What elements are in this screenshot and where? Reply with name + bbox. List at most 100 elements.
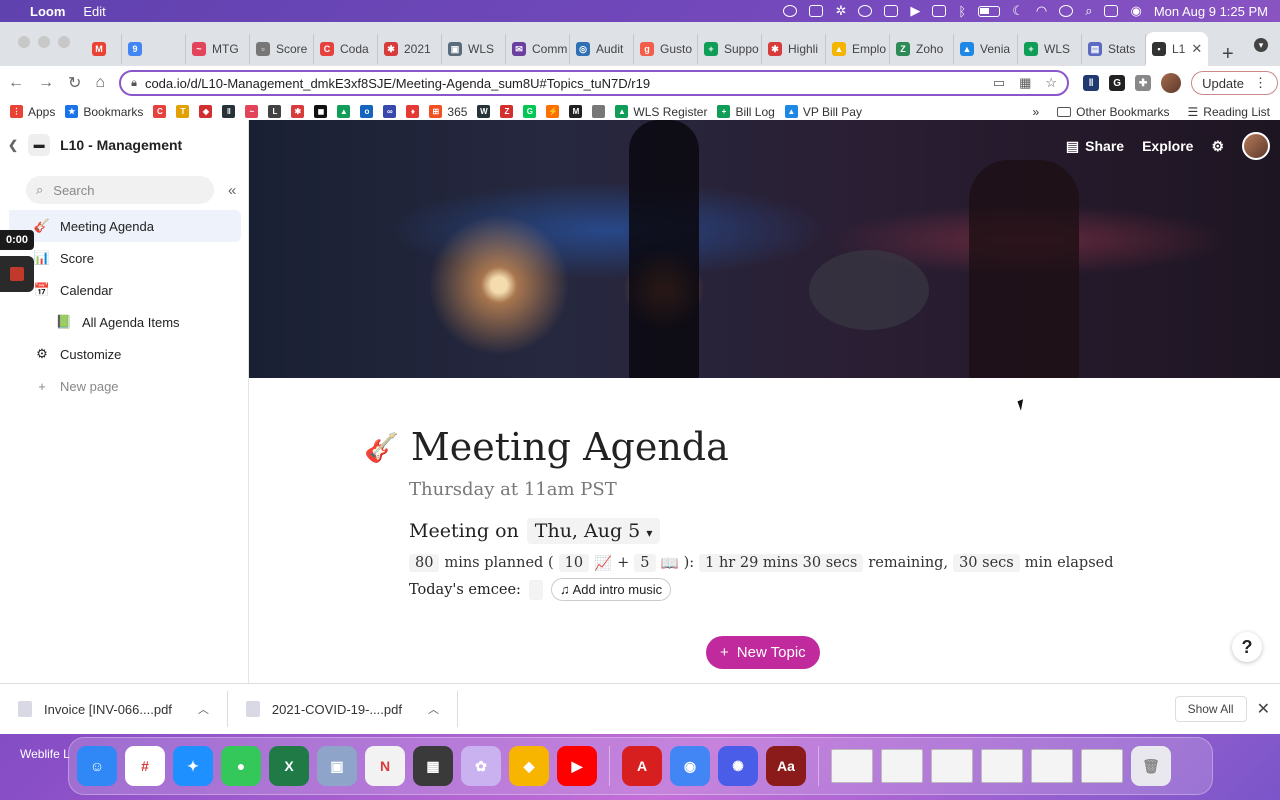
close-window-button[interactable] <box>18 36 30 48</box>
explore-button[interactable]: Explore <box>1142 138 1193 154</box>
close-downloads-icon[interactable]: ✕ <box>1257 699 1270 719</box>
show-all-button[interactable]: Show All <box>1174 696 1247 722</box>
update-button[interactable]: Update ⋮ <box>1191 71 1278 95</box>
page-title[interactable]: Meeting Agenda <box>411 425 729 469</box>
dock-app-icon[interactable]: ☺ <box>77 746 117 786</box>
wifi-icon[interactable]: ◠ <box>1036 3 1047 19</box>
clock[interactable]: Mon Aug 9 1:25 PM <box>1154 4 1268 19</box>
spotlight-icon[interactable]: ⌕ <box>1085 3 1092 19</box>
dock-app-icon[interactable]: ◉ <box>670 746 710 786</box>
browser-tab[interactable]: ▫ Score <box>250 34 314 64</box>
address-bar[interactable]: 🔒︎ coda.io/d/L10-Management_dmkE3xf8SJE/… <box>119 70 1070 96</box>
share-button[interactable]: ▤ Share <box>1066 138 1124 155</box>
qr-icon[interactable]: ▦ <box>1019 75 1031 91</box>
add-intro-music-button[interactable]: ♫ Add intro music <box>550 578 672 601</box>
screen-icon[interactable] <box>932 5 947 17</box>
bookmark-item[interactable] <box>592 105 606 118</box>
bookmark-star-icon[interactable]: ☆ <box>1045 75 1057 91</box>
bookmark-item[interactable]: + Bill Log <box>717 105 775 119</box>
play-icon[interactable]: ▶ <box>910 3 920 19</box>
dock-app-icon[interactable]: ◆ <box>509 746 549 786</box>
minimized-window[interactable] <box>1031 749 1073 783</box>
new-topic-button[interactable]: + New Topic <box>706 636 820 669</box>
bookmark-item[interactable]: ▲ VP Bill Pay <box>784 105 862 119</box>
bookmark-item[interactable]: C <box>153 105 167 118</box>
help-button[interactable]: ? <box>1232 632 1262 662</box>
sidebar-item[interactable]: 📗 All Agenda Items <box>0 306 241 338</box>
sidebar-item[interactable]: + New page <box>0 370 241 402</box>
user-icon[interactable] <box>1059 5 1074 17</box>
browser-tab[interactable]: + Suppo <box>698 34 762 64</box>
bluetooth-icon[interactable]: ᛒ <box>958 4 966 19</box>
search-input[interactable]: ⌕ Search <box>26 176 214 204</box>
bookmark-item[interactable]: M <box>569 105 583 118</box>
moon-icon[interactable]: ☾ <box>1012 3 1024 19</box>
bookmark-item[interactable]: T <box>176 105 190 118</box>
pen-icon[interactable] <box>809 5 824 17</box>
control-center-icon[interactable] <box>1104 5 1119 17</box>
browser-tab[interactable]: ◎ Audit <box>570 34 634 64</box>
browser-tab[interactable]: ✱ 2021 <box>378 34 442 64</box>
minimized-window[interactable] <box>981 749 1023 783</box>
bookmark-item[interactable]: ✱ <box>291 105 305 118</box>
minimized-window[interactable] <box>881 749 923 783</box>
extension-icon[interactable]: ‖ <box>1083 75 1100 91</box>
bookmark-item[interactable]: ◼ <box>314 105 328 118</box>
bookmark-item[interactable]: ★ Bookmarks <box>65 105 143 119</box>
dock-app-icon[interactable]: Aa <box>766 746 806 786</box>
bookmark-item[interactable]: ▲ <box>337 105 351 118</box>
browser-tab[interactable]: + WLS <box>1018 34 1082 64</box>
bookmark-item[interactable]: ⊞ 365 <box>429 105 467 119</box>
chevron-left-icon[interactable]: ❮ <box>8 138 18 152</box>
grammarly-icon[interactable]: G <box>1109 75 1126 91</box>
url-text[interactable]: coda.io/d/L10-Management_dmkE3xf8SJE/Mee… <box>145 76 985 91</box>
forward-icon[interactable]: → <box>38 74 54 92</box>
sidebar-item[interactable]: ⚙ Customize <box>0 338 241 370</box>
other-bookmarks[interactable]: Other Bookmarks <box>1057 105 1170 119</box>
download-item[interactable]: Invoice [INV-066....pdf ︿ <box>0 691 228 727</box>
bookmark-item[interactable]: L <box>268 105 282 118</box>
profile-avatar[interactable] <box>1161 73 1182 93</box>
dock-app-icon[interactable]: N <box>365 746 405 786</box>
dock-app-icon[interactable]: ✿ <box>461 746 501 786</box>
sidebar-item[interactable]: 📅 Calendar <box>0 274 241 306</box>
vpn-icon[interactable] <box>884 5 899 17</box>
more-bookmarks-button[interactable]: » <box>1032 105 1039 119</box>
bookmark-item[interactable]: ⚡ <box>546 105 560 118</box>
tab-search-button[interactable]: ▾ <box>1254 38 1268 52</box>
dock-app-icon[interactable]: X <box>269 746 309 786</box>
loom-status-icon[interactable] <box>783 5 798 17</box>
browser-tab[interactable]: ▲ Venia <box>954 34 1018 64</box>
close-tab-icon[interactable]: ✕ <box>1191 41 1202 57</box>
bookmark-item[interactable]: ♦ <box>406 105 420 118</box>
loom-stop-button[interactable] <box>0 256 34 292</box>
bookmark-item[interactable]: ⋮ Apps <box>10 105 55 119</box>
bookmark-item[interactable]: ∞ <box>383 105 397 118</box>
cast-icon[interactable]: ▭ <box>993 75 1005 91</box>
siri-icon[interactable]: ◉ <box>1130 3 1141 19</box>
page-subtitle[interactable]: Thursday at 11am PST <box>409 479 1064 500</box>
browser-tab[interactable]: ▪ L1 ✕ <box>1146 32 1208 66</box>
dock-app-icon[interactable]: ▣ <box>317 746 357 786</box>
chevron-up-icon[interactable]: ︿ <box>428 701 439 717</box>
browser-tab[interactable]: 9 <box>122 34 186 64</box>
bookmark-item[interactable]: o <box>360 105 374 118</box>
dock-app-icon[interactable]: ▶ <box>557 746 597 786</box>
clip-icon[interactable] <box>858 5 873 17</box>
dock-app-icon[interactable]: # <box>125 746 165 786</box>
zoom-window-button[interactable] <box>58 36 70 48</box>
reading-list[interactable]: ☰ Reading List <box>1188 105 1270 119</box>
app-menu[interactable]: Loom <box>30 4 65 19</box>
lock-icon[interactable]: 🔒︎ <box>131 77 137 90</box>
dock-app-icon[interactable]: ✦ <box>173 746 213 786</box>
browser-tab[interactable]: ✱ Highli <box>762 34 826 64</box>
browser-tab[interactable]: Z Zoho <box>890 34 954 64</box>
minimized-window[interactable] <box>1081 749 1123 783</box>
dock-app-icon[interactable]: ● <box>221 746 261 786</box>
bookmark-item[interactable]: G <box>523 105 537 118</box>
browser-tab[interactable]: ▲ Emplo <box>826 34 890 64</box>
guitar-icon[interactable]: 🎸 <box>364 431 399 464</box>
minimized-window[interactable] <box>831 749 873 783</box>
settings-gear-icon[interactable]: ⚙ <box>1211 138 1224 155</box>
dock-app-icon[interactable]: ✺ <box>718 746 758 786</box>
